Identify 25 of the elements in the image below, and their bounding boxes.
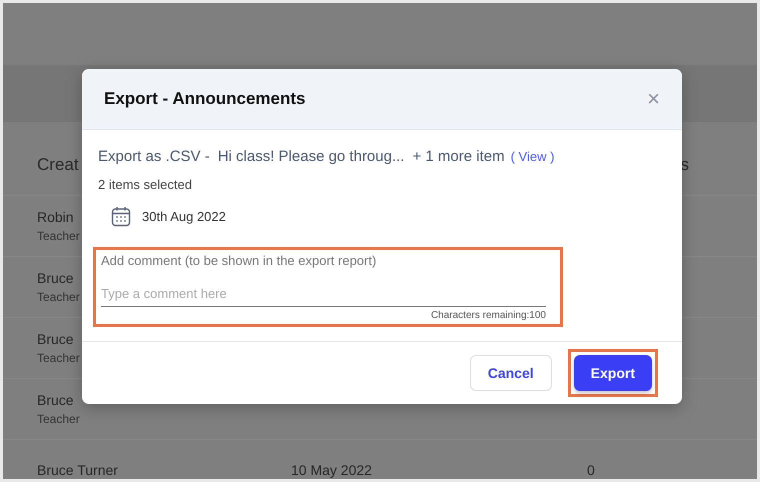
selected-count: 2 items selected	[98, 177, 193, 192]
author-name: Robin	[37, 209, 74, 225]
item-title: Hi class! Please go throug...	[218, 148, 404, 165]
author-name: Bruce	[37, 331, 74, 347]
export-format: Export as .CSV -	[98, 148, 210, 165]
export-button[interactable]: Export	[574, 355, 652, 391]
author-name: Bruce	[37, 392, 74, 408]
count-cell: 0	[587, 462, 595, 478]
author-role: Teacher	[37, 290, 80, 304]
view-link[interactable]: ( View )	[510, 149, 554, 164]
author-name: Bruce Turner	[37, 462, 118, 478]
author-role: Teacher	[37, 351, 80, 365]
author-role: Teacher	[37, 412, 80, 426]
date-cell: 10 May 2022	[291, 462, 372, 478]
author-name: Bruce	[37, 270, 74, 286]
column-header: Creat	[37, 155, 79, 175]
export-date: 30th Aug 2022	[142, 209, 226, 224]
calendar-icon	[111, 206, 131, 227]
characters-remaining: Characters remaining:100	[430, 310, 546, 321]
cancel-button[interactable]: Cancel	[470, 355, 552, 391]
comment-field[interactable]: Type a comment here	[101, 272, 546, 307]
author-role: Teacher	[37, 229, 80, 243]
comment-label: Add comment (to be shown in the export report)	[101, 253, 378, 268]
dialog-title: Export - Announcements	[104, 89, 306, 109]
more-items: + 1 more item	[412, 148, 505, 165]
